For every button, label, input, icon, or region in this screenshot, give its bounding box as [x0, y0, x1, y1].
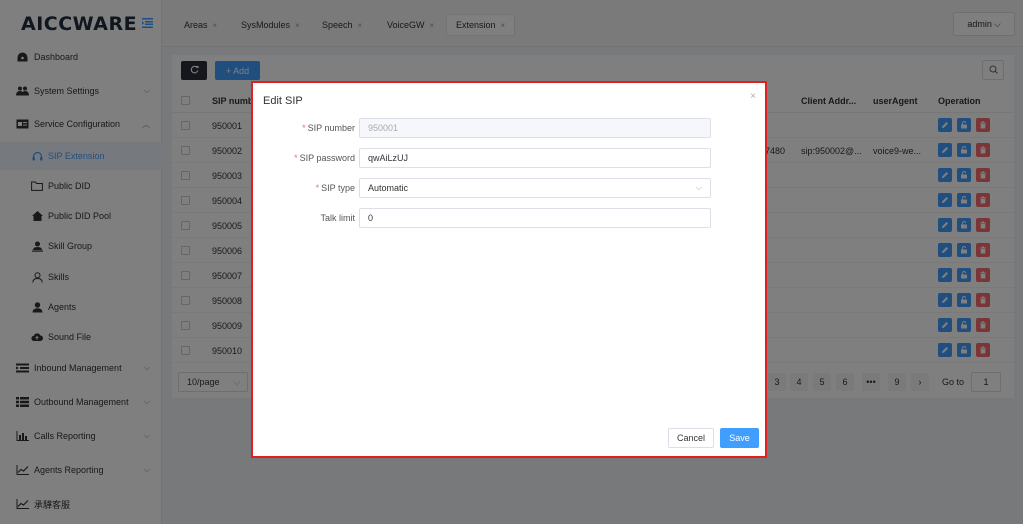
label-text: SIP password [299, 153, 355, 163]
sip-type-value: Automatic [368, 183, 409, 193]
required-mark: * [302, 123, 306, 133]
sip-number-label: * SIP number [302, 123, 355, 133]
cancel-button[interactable]: Cancel [668, 428, 714, 448]
talk-limit-label: Talk limit [320, 213, 355, 223]
save-button[interactable]: Save [720, 428, 759, 448]
label-text: SIP type [321, 183, 355, 193]
sip-type-label: * SIP type [316, 183, 355, 193]
label-text: SIP number [307, 123, 355, 133]
required-mark: * [294, 153, 298, 163]
close-icon[interactable]: × [750, 91, 756, 102]
sip-number-row: * SIP number 950001 [253, 118, 769, 138]
dialog-title: Edit SIP [263, 95, 303, 107]
edit-sip-dialog: Edit SIP × * SIP number 950001 * SIP passw… [251, 81, 767, 458]
sip-type-select[interactable]: Automatic ⌵ [359, 178, 711, 198]
sip-type-row: * SIP type Automatic ⌵ [253, 178, 769, 198]
required-mark: * [315, 183, 320, 193]
sip-password-label: * SIP password [294, 153, 355, 163]
sip-number-input[interactable]: 950001 [359, 118, 711, 138]
sip-password-row: * SIP password qwAiLzUJ [253, 148, 769, 168]
chevron-down-icon: ⌵ [695, 183, 702, 192]
talk-limit-row: Talk limit 0 [253, 208, 769, 228]
sip-password-input[interactable]: qwAiLzUJ [359, 148, 711, 168]
talk-limit-input[interactable]: 0 [359, 208, 711, 228]
